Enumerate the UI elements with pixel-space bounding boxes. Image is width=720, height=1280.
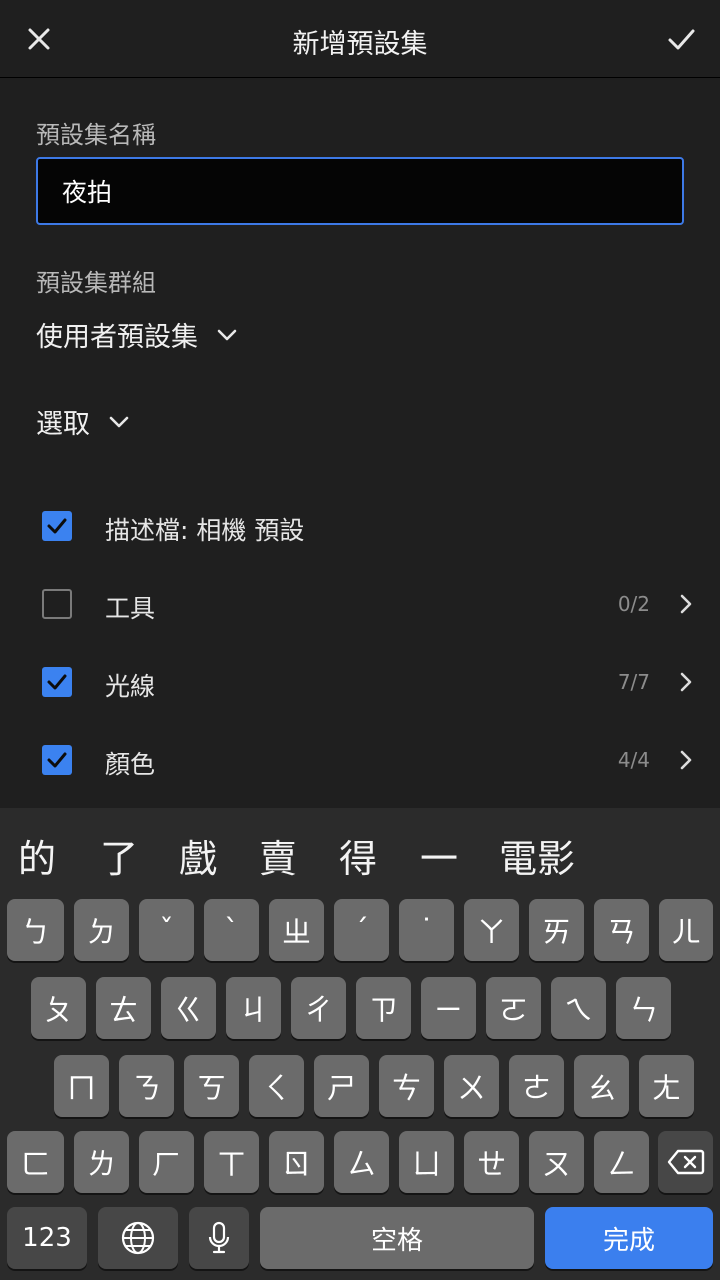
- checkmark-icon: [47, 674, 67, 690]
- key[interactable]: ㄤ: [639, 1055, 694, 1117]
- checkbox[interactable]: [42, 745, 72, 775]
- delete-key[interactable]: [658, 1131, 713, 1193]
- key[interactable]: ㄆ: [31, 977, 86, 1039]
- checkbox[interactable]: [42, 589, 72, 619]
- chevron-down-icon: [217, 329, 237, 340]
- key[interactable]: ㄙ: [334, 1131, 389, 1193]
- item-row-color[interactable]: 顏色 4/4: [0, 721, 720, 799]
- item-count: 7/7: [617, 670, 650, 694]
- key[interactable]: ㄥ: [594, 1131, 649, 1193]
- key[interactable]: ˇ: [139, 899, 194, 961]
- chevron-down-icon: [109, 416, 129, 427]
- key[interactable]: ㄕ: [314, 1055, 369, 1117]
- checkbox[interactable]: [42, 667, 72, 697]
- checkmark-icon[interactable]: [664, 22, 698, 56]
- key[interactable]: ㄧ: [421, 977, 476, 1039]
- key[interactable]: ㄒ: [204, 1131, 259, 1193]
- key[interactable]: ˋ: [204, 899, 259, 961]
- key[interactable]: ㄎ: [184, 1055, 239, 1117]
- key[interactable]: ㄐ: [226, 977, 281, 1039]
- key[interactable]: ㄅ: [7, 899, 64, 961]
- key[interactable]: ㄗ: [356, 977, 411, 1039]
- key[interactable]: ㄓ: [269, 899, 324, 961]
- key[interactable]: ˙: [399, 899, 454, 961]
- numbers-key[interactable]: 123: [7, 1207, 87, 1269]
- key[interactable]: ˊ: [334, 899, 389, 961]
- key[interactable]: ㄋ: [119, 1055, 174, 1117]
- candidate-word[interactable]: 的: [18, 828, 56, 883]
- key[interactable]: ㄞ: [529, 899, 584, 961]
- key[interactable]: ㄉ: [74, 899, 129, 961]
- checkmark-icon: [47, 752, 67, 768]
- candidate-word[interactable]: 了: [100, 828, 138, 883]
- item-label: 工具: [105, 594, 156, 623]
- checkbox[interactable]: [42, 511, 72, 541]
- key[interactable]: ㄌ: [74, 1131, 129, 1193]
- key[interactable]: ㄈ: [7, 1131, 64, 1193]
- select-dropdown[interactable]: 選取: [36, 402, 130, 441]
- key[interactable]: ㄠ: [574, 1055, 629, 1117]
- page-title: 新增預設集: [292, 29, 428, 60]
- top-bar: 新增預設集: [0, 0, 720, 78]
- key[interactable]: ㄇ: [54, 1055, 109, 1117]
- backspace-icon: [667, 1149, 704, 1175]
- key[interactable]: ㄨ: [444, 1055, 499, 1117]
- key[interactable]: ㄍ: [161, 977, 216, 1039]
- item-label: 光線: [105, 672, 156, 701]
- key[interactable]: ㄑ: [249, 1055, 304, 1117]
- space-key[interactable]: 空格: [260, 1207, 534, 1269]
- key[interactable]: ㄖ: [269, 1131, 324, 1193]
- preset-group-value: 使用者預設集: [36, 322, 198, 353]
- candidate-word[interactable]: 電影: [499, 828, 575, 883]
- item-label: 顏色: [105, 750, 156, 779]
- key[interactable]: ㄛ: [486, 977, 541, 1039]
- key[interactable]: ㄏ: [139, 1131, 194, 1193]
- item-row-tools[interactable]: 工具 0/2: [0, 565, 720, 643]
- preset-name-input[interactable]: [36, 157, 684, 225]
- globe-key[interactable]: [98, 1207, 178, 1269]
- select-label: 選取: [36, 409, 90, 440]
- candidate-word[interactable]: 戲: [179, 828, 217, 883]
- item-count: 0/2: [617, 592, 650, 616]
- candidate-bar: 的 了 戲 賣 得 一 電影: [0, 808, 720, 890]
- chevron-right-icon[interactable]: [678, 671, 694, 693]
- item-label: 描述檔: 相機 預設: [105, 516, 305, 545]
- item-row-profile[interactable]: 描述檔: 相機 預設: [0, 487, 720, 565]
- chevron-right-icon[interactable]: [678, 749, 694, 771]
- candidate-word[interactable]: 賣: [259, 828, 297, 883]
- key[interactable]: ㄩ: [399, 1131, 454, 1193]
- key[interactable]: ㄔ: [291, 977, 346, 1039]
- key[interactable]: ㄚ: [464, 899, 519, 961]
- key[interactable]: ㄣ: [616, 977, 671, 1039]
- globe-icon: [121, 1221, 155, 1255]
- preset-name-label: 預設集名稱: [36, 121, 156, 149]
- preset-group-dropdown[interactable]: 使用者預設集: [36, 315, 238, 354]
- key[interactable]: ㄢ: [594, 899, 649, 961]
- zhuyin-keyboard: 的 了 戲 賣 得 一 電影 ㄅ ㄉ ˇ ˋ ㄓ ˊ ˙ ㄚ ㄞ ㄢ ㄦ ㄆ ㄊ…: [0, 808, 720, 1280]
- checkmark-icon: [47, 518, 67, 534]
- key[interactable]: ㄟ: [551, 977, 606, 1039]
- microphone-icon: [208, 1221, 230, 1254]
- item-count: 4/4: [617, 748, 650, 772]
- item-row-light[interactable]: 光線 7/7: [0, 643, 720, 721]
- done-key[interactable]: 完成: [545, 1207, 713, 1269]
- preset-group-label: 預設集群組: [36, 269, 156, 297]
- key[interactable]: ㄦ: [659, 899, 713, 961]
- key[interactable]: ㄊ: [96, 977, 151, 1039]
- candidate-word[interactable]: 一: [420, 828, 458, 883]
- key[interactable]: ㄡ: [529, 1131, 584, 1193]
- candidate-word[interactable]: 得: [339, 828, 377, 883]
- key[interactable]: ㄝ: [464, 1131, 519, 1193]
- chevron-right-icon[interactable]: [678, 593, 694, 615]
- key[interactable]: ㄘ: [379, 1055, 434, 1117]
- key[interactable]: ㄜ: [509, 1055, 564, 1117]
- mic-key[interactable]: [189, 1207, 249, 1269]
